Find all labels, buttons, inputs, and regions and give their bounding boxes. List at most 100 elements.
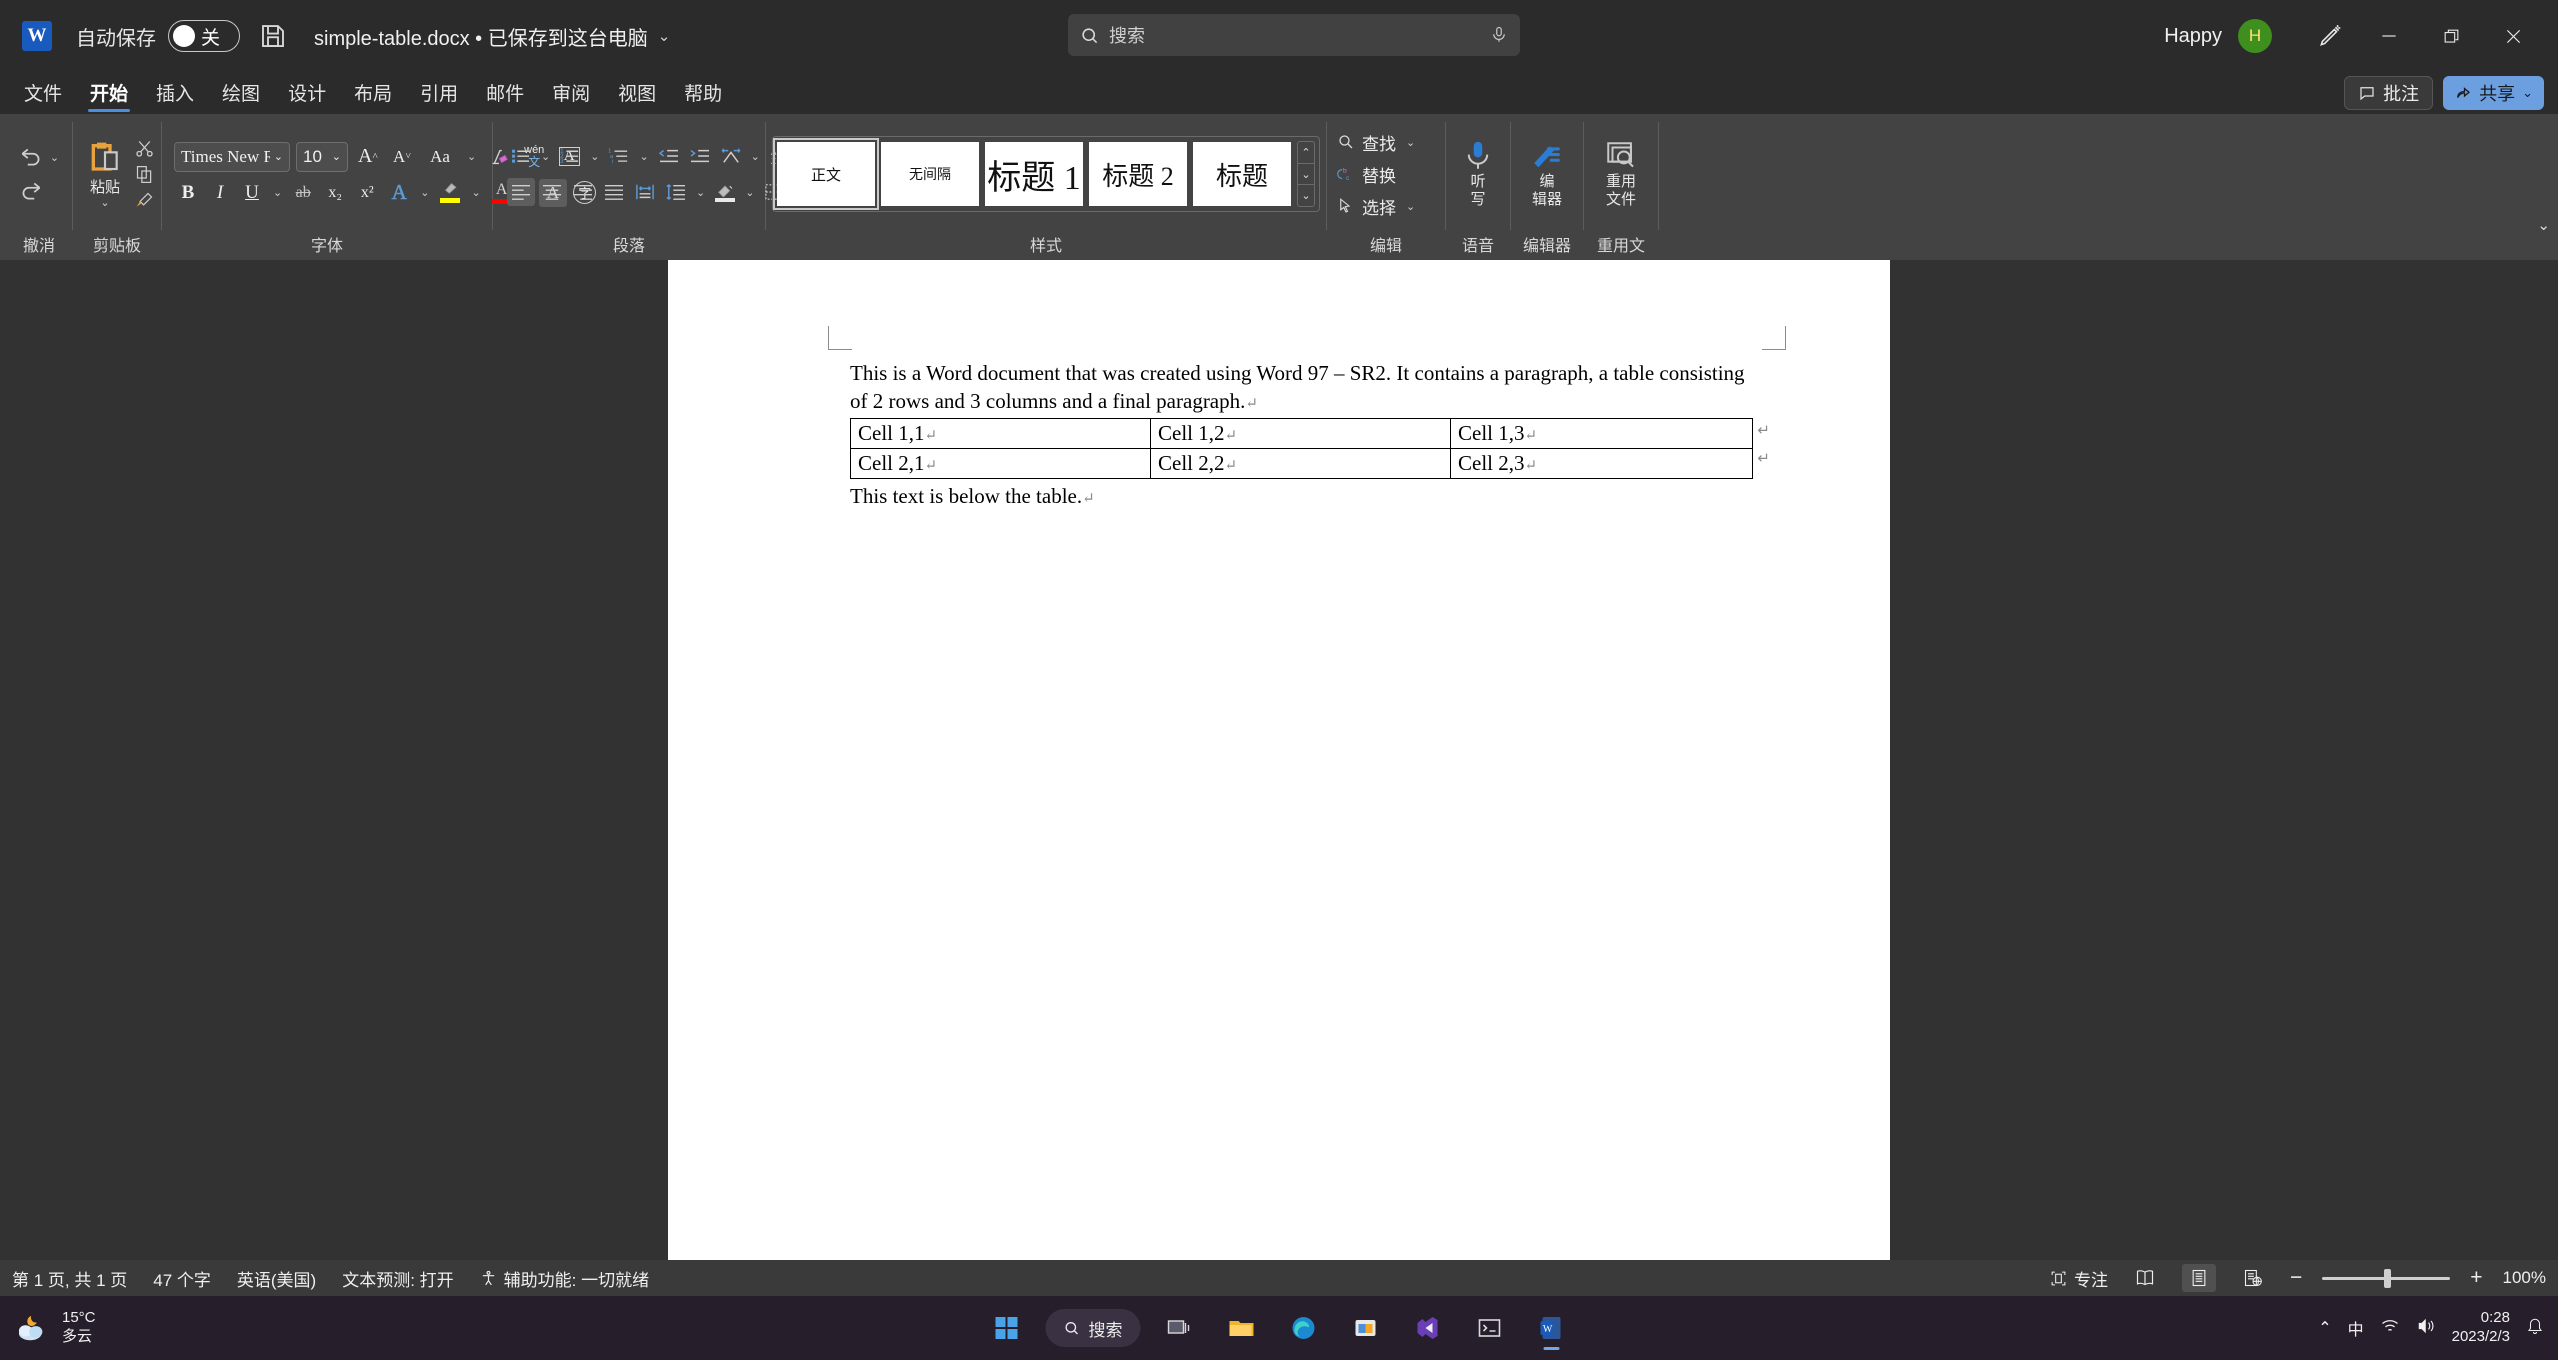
print-layout-button[interactable] xyxy=(2181,1264,2216,1292)
microsoft-store-icon[interactable] xyxy=(1343,1305,1389,1351)
document-scrollbar[interactable]: ▼ xyxy=(2544,260,2556,1260)
share-chevron-down-icon[interactable]: ⌄ xyxy=(2522,85,2533,101)
tab-references[interactable]: 引用 xyxy=(406,75,472,114)
tab-design[interactable]: 设计 xyxy=(274,75,340,114)
table-row[interactable]: Cell 1,1↵ Cell 1,2↵ Cell 1,3↵ xyxy=(850,418,1753,450)
autosave-toggle[interactable]: 关 xyxy=(168,20,240,52)
comments-button[interactable]: 批注 xyxy=(2344,76,2434,110)
zoom-in-button[interactable]: + xyxy=(2470,1266,2482,1290)
read-mode-button[interactable] xyxy=(2128,1264,2162,1292)
multilevel-caret-icon[interactable]: ⌄ xyxy=(636,150,651,163)
tab-draw[interactable]: 绘图 xyxy=(208,75,274,114)
clock[interactable]: 0:28 2023/2/3 xyxy=(2452,1309,2510,1347)
decrease-indent-icon[interactable] xyxy=(655,142,683,170)
bold-button[interactable]: B xyxy=(174,179,202,207)
close-button[interactable] xyxy=(2482,12,2544,60)
styles-scroll-down-icon[interactable]: ⌄ xyxy=(1298,164,1314,186)
windows-start-icon[interactable] xyxy=(984,1305,1030,1351)
network-icon[interactable] xyxy=(2380,1317,2400,1340)
bullet-list-icon[interactable] xyxy=(507,142,535,170)
justify-icon[interactable] xyxy=(600,178,628,206)
vs-code-icon[interactable] xyxy=(1405,1305,1451,1351)
style-heading-2[interactable]: 标题 2 xyxy=(1089,142,1187,206)
align-center-icon[interactable] xyxy=(538,178,566,206)
underline-button[interactable]: U xyxy=(238,179,266,207)
table-cell[interactable]: Cell 1,3↵ xyxy=(1450,418,1753,450)
text-effects-icon[interactable]: A xyxy=(385,179,413,207)
table-row[interactable]: Cell 2,1↵ Cell 2,2↵ Cell 2,3↵ xyxy=(850,448,1753,480)
web-layout-button[interactable] xyxy=(2236,1264,2270,1292)
select-caret-icon[interactable]: ⌄ xyxy=(1403,200,1418,213)
accessibility-status[interactable]: 辅助功能: 一切就绪 xyxy=(480,1266,649,1291)
paste-button[interactable]: 粘贴 ⌄ xyxy=(79,139,131,209)
share-button[interactable]: 共享 ⌄ xyxy=(2443,76,2544,110)
save-icon[interactable] xyxy=(258,21,288,51)
tab-review[interactable]: 审阅 xyxy=(538,75,604,114)
change-case-icon[interactable]: Aa xyxy=(422,143,458,171)
find-caret-icon[interactable]: ⌄ xyxy=(1403,136,1418,149)
ribbon-collapse-caret-icon[interactable]: ⌄ xyxy=(2537,216,2550,234)
volume-icon[interactable] xyxy=(2416,1317,2436,1340)
paragraph-shading-caret-icon[interactable]: ⌄ xyxy=(742,186,757,199)
distribute-icon[interactable] xyxy=(631,178,659,206)
shrink-font-icon[interactable]: A ˅ xyxy=(388,143,416,171)
numbered-list-icon[interactable]: 1 2 3 xyxy=(556,142,584,170)
weather-widget[interactable]: 15°C 多云 xyxy=(14,1309,96,1347)
table-cell[interactable]: Cell 2,1↵ xyxy=(850,448,1151,480)
change-case-caret-icon[interactable]: ⌄ xyxy=(464,150,479,163)
zoom-level[interactable]: 100% xyxy=(2503,1268,2546,1288)
copy-icon[interactable] xyxy=(133,163,155,185)
tab-insert[interactable]: 插入 xyxy=(142,75,208,114)
tab-file[interactable]: 文件 xyxy=(10,75,76,114)
scissors-icon[interactable] xyxy=(133,137,155,159)
redo-icon[interactable] xyxy=(16,176,46,206)
font-name-caret-icon[interactable]: ⌄ xyxy=(274,150,283,163)
avatar[interactable]: H xyxy=(2238,19,2272,53)
taskbar-search[interactable]: 搜索 xyxy=(1045,1309,1141,1347)
editor-button[interactable]: 编 辑器 xyxy=(1525,136,1569,212)
restore-button[interactable] xyxy=(2420,12,2482,60)
search-box[interactable]: 搜索 xyxy=(1068,14,1520,56)
paragraph-shading-icon[interactable] xyxy=(711,178,739,206)
undo-icon[interactable] xyxy=(16,142,46,172)
increase-indent-icon[interactable] xyxy=(686,142,714,170)
table-cell[interactable]: Cell 2,3↵ xyxy=(1450,448,1753,480)
tab-view[interactable]: 视图 xyxy=(604,75,670,114)
zoom-out-button[interactable]: − xyxy=(2290,1266,2302,1290)
style-no-spacing[interactable]: 无间隔 xyxy=(881,142,979,206)
bullets-caret-icon[interactable]: ⌄ xyxy=(538,150,553,163)
word-count[interactable]: 47 个字 xyxy=(153,1266,211,1291)
zoom-slider-thumb[interactable] xyxy=(2384,1268,2392,1288)
page-content[interactable]: This is a Word document that was created… xyxy=(850,360,1782,511)
zoom-slider[interactable] xyxy=(2322,1268,2451,1288)
ime-indicator[interactable]: 中 xyxy=(2348,1316,2364,1340)
document-page[interactable]: This is a Word document that was created… xyxy=(668,260,1890,1260)
document-paragraph-1[interactable]: This is a Word document that was created… xyxy=(850,360,1750,415)
line-spacing-caret-icon[interactable]: ⌄ xyxy=(693,186,708,199)
font-size-caret-icon[interactable]: ⌄ xyxy=(332,150,341,163)
find-button[interactable]: 查找 ⌄ xyxy=(1333,127,1422,157)
grow-font-icon[interactable]: A ˄ xyxy=(354,143,382,171)
style-normal[interactable]: 正文 xyxy=(773,138,879,210)
paste-caret-icon[interactable]: ⌄ xyxy=(97,196,112,209)
focus-button[interactable]: 专注 xyxy=(2050,1266,2108,1291)
style-title[interactable]: 标题 xyxy=(1193,142,1291,206)
multilevel-list-icon[interactable]: 1 a i xyxy=(605,142,633,170)
terminal-icon[interactable] xyxy=(1467,1305,1513,1351)
text-prediction[interactable]: 文本预测: 打开 xyxy=(342,1266,453,1291)
subscript-button[interactable]: x₂ xyxy=(321,179,349,207)
strikethrough-button[interactable]: ab xyxy=(289,179,317,207)
dictate-button[interactable]: 听 写 xyxy=(1456,136,1500,212)
page-info[interactable]: 第 1 页, 共 1 页 xyxy=(12,1266,127,1291)
align-right-icon[interactable] xyxy=(569,178,597,206)
format-painter-icon[interactable] xyxy=(133,189,155,211)
font-name-combo[interactable]: Times New Roman ⌄ xyxy=(174,141,290,172)
minimize-button[interactable] xyxy=(2358,12,2420,60)
table-cell[interactable]: Cell 1,1↵ xyxy=(850,418,1151,450)
line-spacing-icon[interactable] xyxy=(662,178,690,206)
highlight-caret-icon[interactable]: ⌄ xyxy=(468,186,483,199)
document-paragraph-2[interactable]: This text is below the table.↵ xyxy=(850,483,1782,511)
edge-browser-icon[interactable] xyxy=(1281,1305,1327,1351)
asian-layout-icon[interactable] xyxy=(717,142,745,170)
task-view-icon[interactable] xyxy=(1157,1305,1203,1351)
